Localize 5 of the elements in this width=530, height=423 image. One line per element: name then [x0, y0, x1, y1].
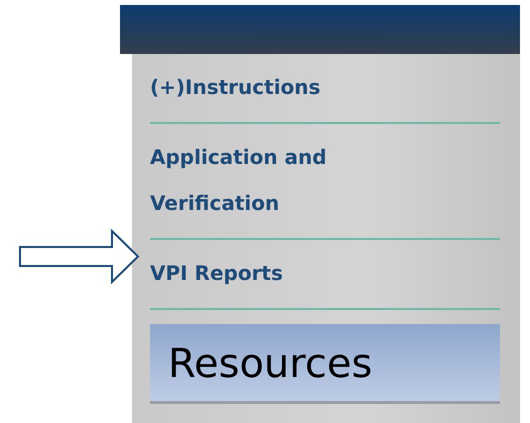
menu-item[interactable]: Application and Verification	[150, 134, 400, 226]
menu-item[interactable]: VPI Reports	[150, 250, 283, 296]
arrow-icon	[18, 229, 140, 284]
menu-item[interactable]: Resources	[150, 324, 500, 404]
menu-item[interactable]: (+)Instructions	[150, 64, 320, 110]
